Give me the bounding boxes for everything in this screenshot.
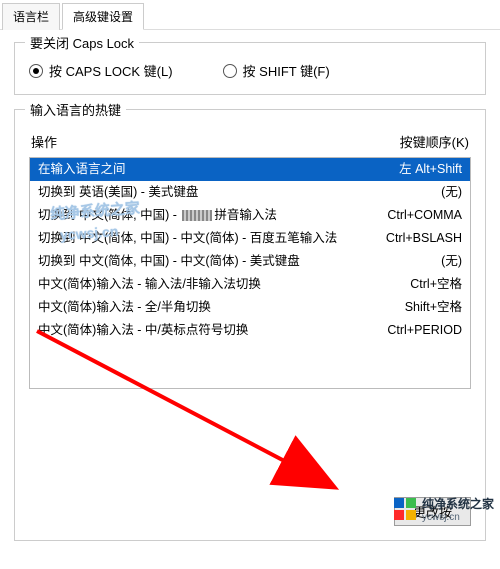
table-row[interactable]: 中文(简体)输入法 - 输入法/非输入法切换 Ctrl+空格 <box>30 273 470 296</box>
radio-caps-label: 按 CAPS LOCK 键(L) <box>49 61 173 80</box>
table-row[interactable]: 切换到 中文(简体, 中国) - 中文(简体) - 美式键盘 (无) <box>30 250 470 273</box>
table-row[interactable]: 切换到 英语(美国) - 美式键盘 (无) <box>30 181 470 204</box>
capslock-group-title: 要关闭 Caps Lock <box>25 33 139 52</box>
row-action: 在输入语言之间 <box>38 160 126 179</box>
radio-dot-icon <box>29 64 43 78</box>
row-action: 中文(简体)输入法 - 输入法/非输入法切换 <box>38 275 261 294</box>
tab-language-bar[interactable]: 语言栏 <box>2 3 60 30</box>
radio-shift[interactable]: 按 SHIFT 键(F) <box>223 61 330 80</box>
change-key-sequence-button[interactable]: 更改按 <box>394 497 471 526</box>
radio-caps-lock[interactable]: 按 CAPS LOCK 键(L) <box>29 61 173 80</box>
row-keys: (无) <box>441 252 462 271</box>
radio-shift-label: 按 SHIFT 键(F) <box>243 61 330 80</box>
table-row[interactable]: 在输入语言之间 左 Alt+Shift <box>30 158 470 181</box>
row-action: 中文(简体)输入法 - 中/英标点符号切换 <box>38 321 248 340</box>
hotkey-header: 操作 按键顺序(K) <box>29 132 471 157</box>
table-row[interactable]: 中文(简体)输入法 - 全/半角切换 Shift+空格 <box>30 296 470 319</box>
tab-advanced-keys[interactable]: 高级键设置 <box>62 3 144 30</box>
row-keys: Shift+空格 <box>405 298 462 317</box>
table-row[interactable]: 切换到 中文(简体, 中国) - 中文(简体) - 百度五笔输入法 Ctrl+BS… <box>30 227 470 250</box>
row-action: 切换到 中文(简体, 中国) - 中文(简体) - 美式键盘 <box>38 252 300 271</box>
row-keys: Ctrl+BSLASH <box>386 229 462 248</box>
row-action: 切换到 中文(简体, 中国) - 中文(简体) - 百度五笔输入法 <box>38 229 337 248</box>
row-keys: 左 Alt+Shift <box>399 160 462 179</box>
radio-dot-icon <box>223 64 237 78</box>
row-keys: Ctrl+空格 <box>410 275 462 294</box>
row-action: 切换到 中文(简体, 中国) - 拼音输入法 <box>38 206 277 225</box>
table-row[interactable]: 中文(简体)输入法 - 中/英标点符号切换 Ctrl+PERIOD <box>30 319 470 342</box>
hotkey-list[interactable]: 在输入语言之间左 Alt+Shift切换到 英语(美国) - 美式键盘(无)切换… <box>29 157 471 389</box>
row-keys: (无) <box>441 183 462 202</box>
hotkey-group-title: 输入语言的热键 <box>25 100 126 119</box>
row-action: 中文(简体)输入法 - 全/半角切换 <box>38 298 211 317</box>
hotkey-group: 输入语言的热键 操作 按键顺序(K) 在输入语言之间左 Alt+Shift切换到… <box>14 109 486 541</box>
col-action: 操作 <box>31 132 57 151</box>
row-keys: Ctrl+PERIOD <box>387 321 462 340</box>
col-keys: 按键顺序(K) <box>400 132 469 151</box>
capslock-group: 要关闭 Caps Lock 按 CAPS LOCK 键(L) 按 SHIFT 键… <box>14 42 486 95</box>
row-action: 切换到 英语(美国) - 美式键盘 <box>38 183 198 202</box>
table-row[interactable]: 切换到 中文(简体, 中国) - 拼音输入法 Ctrl+COMMA <box>30 204 470 227</box>
tab-bar: 语言栏 高级键设置 <box>0 0 500 30</box>
row-keys: Ctrl+COMMA <box>387 206 462 225</box>
obscured-text-icon <box>182 210 212 221</box>
tab-pane: 要关闭 Caps Lock 按 CAPS LOCK 键(L) 按 SHIFT 键… <box>0 30 500 569</box>
